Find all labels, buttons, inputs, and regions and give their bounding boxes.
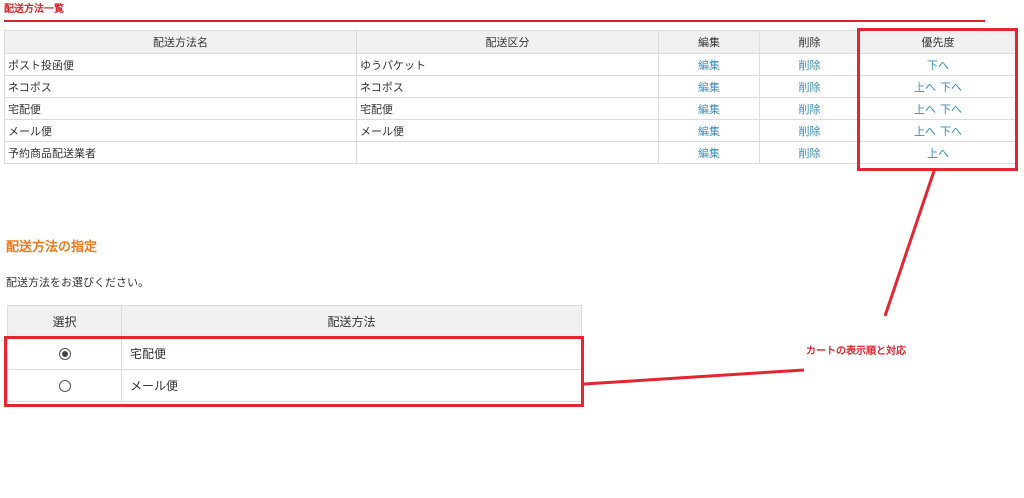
move-down-link[interactable]: 下へ xyxy=(940,81,962,94)
spec-description: 配送方法をお選びください。 xyxy=(6,276,149,289)
option-label: 宅配便 xyxy=(121,337,582,370)
header-delete: 削除 xyxy=(759,30,860,54)
header-edit: 編集 xyxy=(658,30,760,54)
edit-link[interactable]: 編集 xyxy=(698,103,720,116)
table-row: ネコポス ネコポス 編集 削除 上へ 下へ xyxy=(4,75,1017,98)
header-method-name: 配送方法名 xyxy=(4,30,357,54)
delete-link[interactable]: 削除 xyxy=(799,147,821,160)
table-row: ポスト投函便 ゆうパケット 編集 削除 下へ xyxy=(4,53,1017,76)
method-category: ネコポス xyxy=(356,75,659,98)
method-category: 宅配便 xyxy=(356,97,659,120)
delete-link[interactable]: 削除 xyxy=(799,59,821,72)
method-category: メール便 xyxy=(356,119,659,142)
table-row: メール便 xyxy=(7,369,582,402)
table-row: 宅配便 宅配便 編集 削除 上へ 下へ xyxy=(4,97,1017,120)
table-row: メール便 メール便 編集 削除 上へ 下へ xyxy=(4,119,1017,142)
move-up-link[interactable]: 上へ xyxy=(914,81,936,94)
move-up-link[interactable]: 上へ xyxy=(914,103,936,116)
move-down-link[interactable]: 下へ xyxy=(927,59,949,72)
table-header-row: 選択 配送方法 xyxy=(7,305,582,338)
header-method: 配送方法 xyxy=(121,305,582,338)
move-down-link[interactable]: 下へ xyxy=(940,103,962,116)
radio-option-mailbin[interactable] xyxy=(58,380,71,392)
title-divider xyxy=(4,20,985,22)
option-label: メール便 xyxy=(121,369,582,402)
list-section-title: 配送方法一覧 xyxy=(4,4,64,15)
method-name: 宅配便 xyxy=(4,97,357,120)
table-row: 宅配便 xyxy=(7,337,582,370)
edit-link[interactable]: 編集 xyxy=(698,59,720,72)
move-down-link[interactable]: 下へ xyxy=(940,125,962,138)
shipping-method-list-table: 配送方法名 配送区分 編集 削除 優先度 ポスト投函便 ゆうパケット 編集 削除… xyxy=(4,30,1017,164)
radio-option-takuhaibin[interactable] xyxy=(58,348,71,360)
edit-link[interactable]: 編集 xyxy=(698,81,720,94)
delete-link[interactable]: 削除 xyxy=(799,81,821,94)
move-up-link[interactable]: 上へ xyxy=(914,125,936,138)
table-header-row: 配送方法名 配送区分 編集 削除 優先度 xyxy=(4,30,1017,54)
annotation-label: カートの表示順と対応 xyxy=(806,346,906,357)
arrow-to-priority xyxy=(883,170,936,317)
edit-link[interactable]: 編集 xyxy=(698,125,720,138)
table-row: 予約商品配送業者 編集 削除 上へ xyxy=(4,141,1017,164)
header-category: 配送区分 xyxy=(356,30,659,54)
delete-link[interactable]: 削除 xyxy=(799,125,821,138)
method-name: ネコポス xyxy=(4,75,357,98)
move-up-link[interactable]: 上へ xyxy=(927,147,949,160)
method-name: ポスト投函便 xyxy=(4,53,357,76)
method-category xyxy=(356,141,659,164)
arrow-to-options xyxy=(583,368,805,386)
header-select: 選択 xyxy=(7,305,122,338)
header-priority: 優先度 xyxy=(859,30,1017,54)
method-name: メール便 xyxy=(4,119,357,142)
spec-section-title: 配送方法の指定 xyxy=(6,240,98,255)
shipping-select-table: 選択 配送方法 宅配便 メール便 xyxy=(7,305,582,402)
delete-link[interactable]: 削除 xyxy=(799,103,821,116)
method-category: ゆうパケット xyxy=(356,53,659,76)
edit-link[interactable]: 編集 xyxy=(698,147,720,160)
method-name: 予約商品配送業者 xyxy=(4,141,357,164)
